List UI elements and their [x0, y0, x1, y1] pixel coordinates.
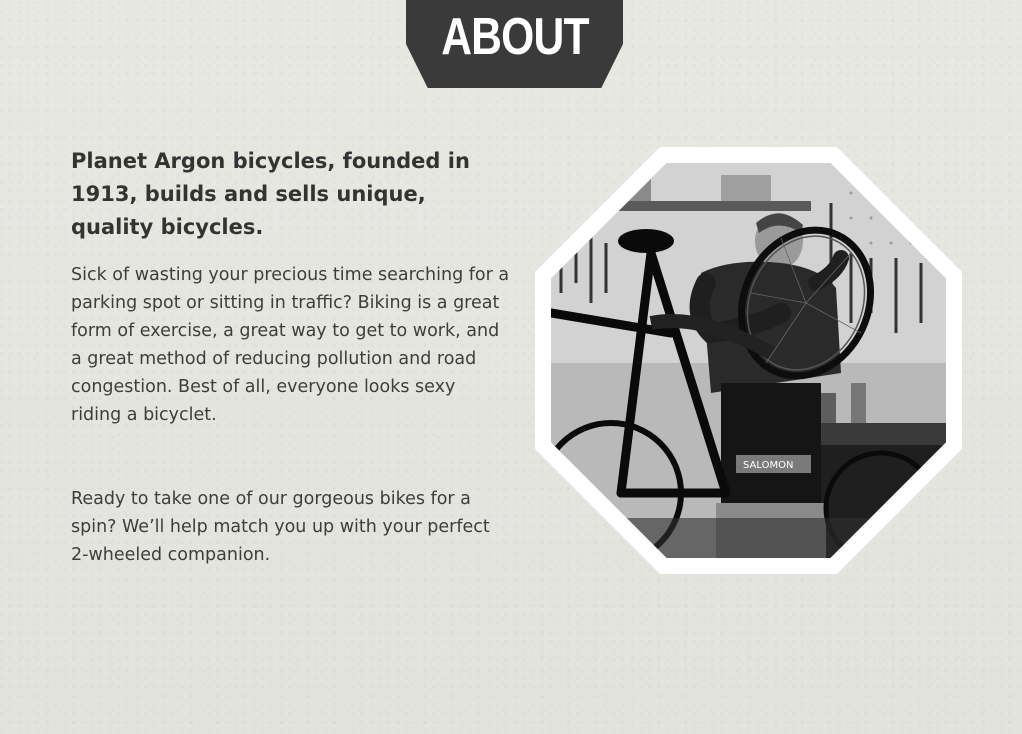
- body-paragraph-2: Ready to take one of our gorgeous bikes …: [71, 489, 490, 565]
- apron-logo-text: SALOMON: [743, 460, 793, 471]
- intro-heading: Planet Argon bicycles, founded in 1913, …: [71, 149, 470, 239]
- about-title: ABOUT: [440, 8, 589, 66]
- body-paragraph-1: Sick of wasting your precious time searc…: [71, 265, 510, 425]
- photo-frame: SALOMON: [535, 147, 962, 574]
- about-header-tab: ABOUT: [406, 0, 623, 88]
- workshop-photo-illustration: SALOMON: [551, 163, 946, 558]
- workshop-photo: SALOMON: [551, 163, 946, 558]
